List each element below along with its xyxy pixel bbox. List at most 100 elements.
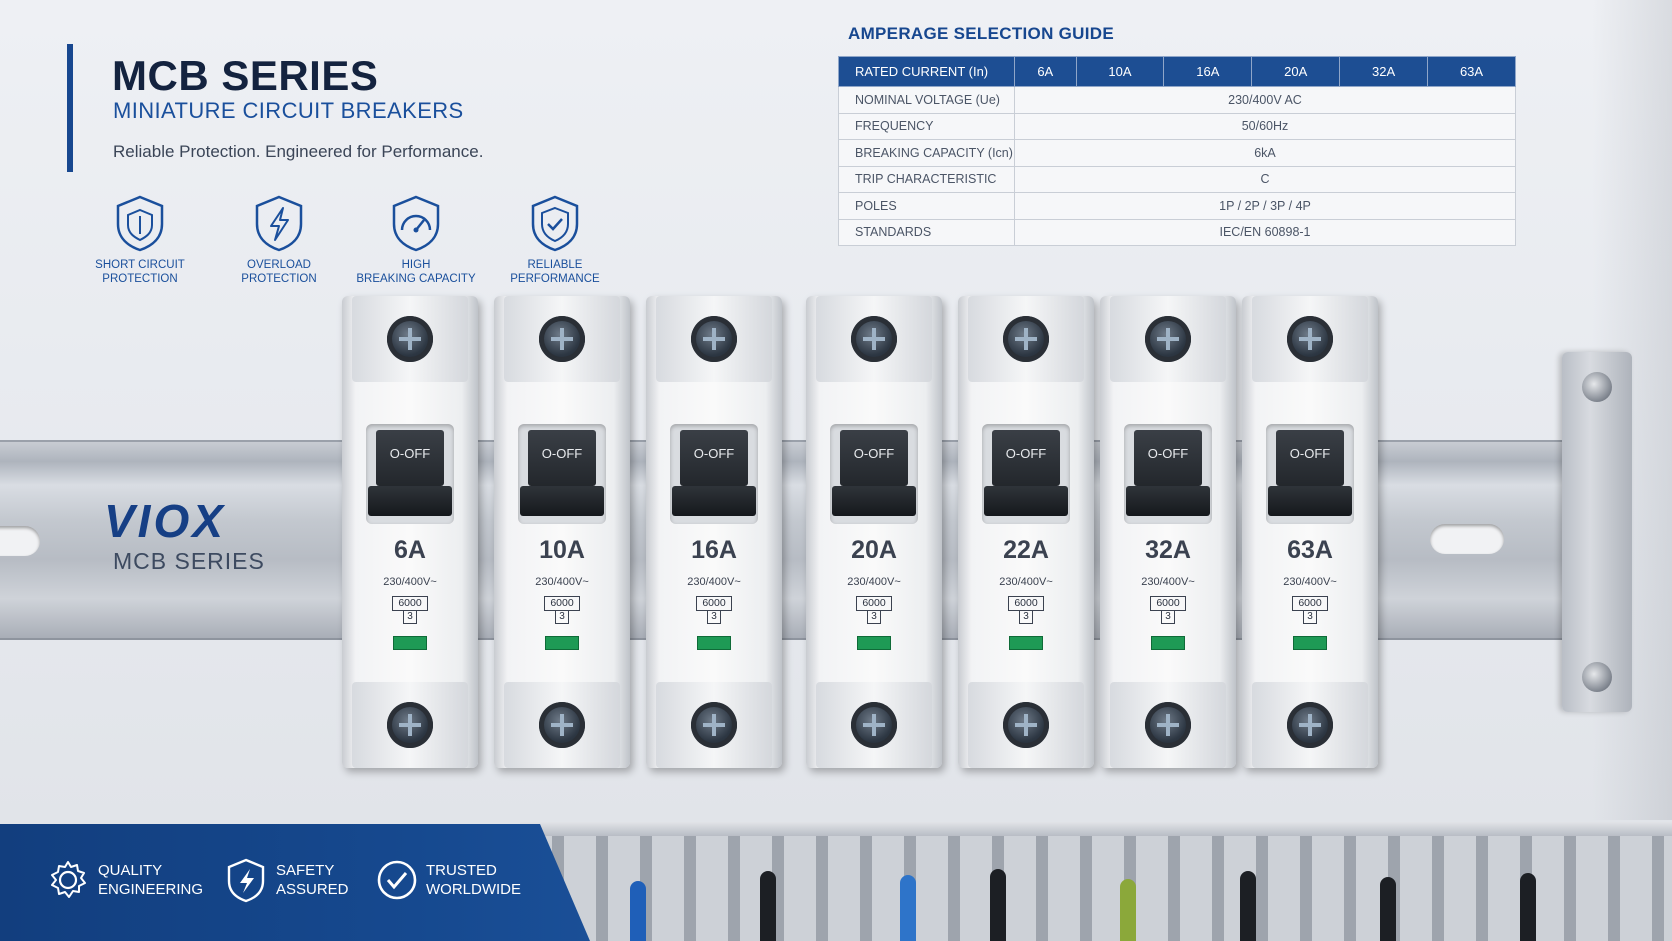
- mcb-breaker: O-OFF 22A 230/400V~ 6000 3: [958, 296, 1094, 768]
- breaker-capacity: 6000: [1150, 596, 1186, 611]
- breaker-toggle[interactable]: O-OFF: [376, 430, 444, 486]
- breaker-toggle[interactable]: O-OFF: [840, 430, 908, 486]
- breaker-rating: 20A: [851, 536, 897, 564]
- breaker-lever[interactable]: [832, 486, 916, 516]
- wire: [1120, 879, 1136, 941]
- breaker-lever[interactable]: [1268, 486, 1352, 516]
- mcb-breaker: O-OFF 32A 230/400V~ 6000 3: [1100, 296, 1236, 768]
- mcb-breaker: O-OFF 16A 230/400V~ 6000 3: [646, 296, 782, 768]
- breaker-lever[interactable]: [368, 486, 452, 516]
- mcb-breaker: O-OFF 10A 230/400V~ 6000 3: [494, 296, 630, 768]
- table-row-value: 1P / 2P / 3P / 4P: [1014, 192, 1516, 220]
- breaker-capacity: 6000: [1292, 596, 1328, 611]
- table-row-label: BREAKING CAPACITY (Icn): [838, 139, 1015, 167]
- table-header-cell: 10A: [1075, 56, 1165, 87]
- wire: [1520, 873, 1536, 941]
- footer-label-line2: WORLDWIDE: [426, 881, 521, 898]
- breaker-voltage: 230/400V~: [1283, 576, 1337, 588]
- table-row: TRIP CHARACTERISTIC C: [838, 165, 1516, 193]
- cable-duct-lid: [520, 822, 1672, 836]
- footer-label-line1: SAFETY: [276, 862, 335, 879]
- table-row: BREAKING CAPACITY (Icn) 6kA: [838, 139, 1516, 167]
- breaker-toggle[interactable]: O-OFF: [528, 430, 596, 486]
- table-header-cell: RATED CURRENT (In): [838, 56, 1015, 87]
- table-row-label: NOMINAL VOLTAGE (Ue): [838, 86, 1015, 114]
- table-row-value: 230/400V AC: [1014, 86, 1516, 114]
- breaker-class: 3: [867, 610, 881, 624]
- screw-icon: [1145, 316, 1191, 362]
- breaker-rating: 10A: [539, 536, 585, 564]
- breaker-voltage: 230/400V~: [1141, 576, 1195, 588]
- breaker-lever[interactable]: [984, 486, 1068, 516]
- feature-label-line2: PERFORMANCE: [510, 273, 600, 285]
- breaker-lever[interactable]: [672, 486, 756, 516]
- footer-label-line1: TRUSTED: [426, 862, 497, 879]
- screw-icon: [691, 316, 737, 362]
- status-indicator: [393, 636, 427, 650]
- table-row-value: 6kA: [1014, 139, 1516, 167]
- screw-icon: [1287, 702, 1333, 748]
- screw-icon: [1287, 316, 1333, 362]
- feature-label-line1: RELIABLE: [527, 259, 583, 271]
- breaker-lever[interactable]: [520, 486, 604, 516]
- breaker-class: 3: [1303, 610, 1317, 624]
- status-indicator: [1151, 636, 1185, 650]
- breaker-toggle[interactable]: O-OFF: [1134, 430, 1202, 486]
- wire: [900, 875, 916, 941]
- page-title: MCB SERIES: [112, 52, 379, 99]
- screw-icon: [539, 316, 585, 362]
- breaker-toggle[interactable]: O-OFF: [1276, 430, 1344, 486]
- mcb-breaker: O-OFF 63A 230/400V~ 6000 3: [1242, 296, 1378, 768]
- feature-label-line2: PROTECTION: [241, 273, 317, 285]
- table-row: NOMINAL VOLTAGE (Ue) 230/400V AC: [838, 86, 1516, 114]
- breaker-capacity: 6000: [392, 596, 428, 611]
- status-indicator: [1293, 636, 1327, 650]
- screw-icon: [1003, 316, 1049, 362]
- wire: [630, 881, 646, 941]
- breaker-lever[interactable]: [1126, 486, 1210, 516]
- page-subtitle: MINIATURE CIRCUIT BREAKERS: [113, 98, 464, 123]
- screw-icon: [539, 702, 585, 748]
- footer-label-line2: ENGINEERING: [98, 881, 204, 898]
- guide-title: AMPERAGE SELECTION GUIDE: [848, 24, 1115, 43]
- rail-slot: [0, 526, 40, 556]
- tagline: Reliable Protection. Engineered for Perf…: [113, 142, 484, 161]
- rail-end-bracket: [1562, 352, 1632, 712]
- bolt-icon: [1582, 662, 1612, 692]
- shield-bolt-icon: [227, 858, 265, 903]
- table-row-value: IEC/EN 60898-1: [1014, 218, 1516, 246]
- feature-label-line2: BREAKING CAPACITY: [356, 273, 476, 285]
- feature-label-line2: PROTECTION: [102, 273, 178, 285]
- feature-short-circuit: SHORT CIRCUIT PROTECTION: [70, 194, 210, 286]
- breaker-toggle[interactable]: O-OFF: [680, 430, 748, 486]
- breaker-rating: 63A: [1287, 536, 1333, 564]
- breaker-rating: 22A: [1003, 536, 1049, 564]
- screw-icon: [851, 702, 897, 748]
- breaker-rating: 6A: [394, 536, 426, 564]
- screw-icon: [691, 702, 737, 748]
- heading-accent-bar: [67, 44, 73, 172]
- table-row-value: 50/60Hz: [1014, 112, 1516, 140]
- footer-label-line2: ASSURED: [276, 881, 349, 898]
- table-row: STANDARDS IEC/EN 60898-1: [838, 218, 1516, 246]
- breaker-class: 3: [403, 610, 417, 624]
- feature-breaking-capacity: HIGH BREAKING CAPACITY: [346, 194, 486, 286]
- brand-logo: VIOX: [104, 495, 226, 547]
- wire: [990, 869, 1006, 941]
- bolt-icon: [1582, 372, 1612, 402]
- breaker-toggle[interactable]: O-OFF: [992, 430, 1060, 486]
- table-header-cell: 20A: [1251, 56, 1341, 87]
- table-row-label: POLES: [838, 192, 1015, 220]
- breaker-class: 3: [1019, 610, 1033, 624]
- footer-label-line1: QUALITY: [98, 862, 163, 879]
- breaker-voltage: 230/400V~: [687, 576, 741, 588]
- breaker-capacity: 6000: [1008, 596, 1044, 611]
- breaker-class: 3: [555, 610, 569, 624]
- table-row: POLES 1P / 2P / 3P / 4P: [838, 192, 1516, 220]
- rail-slot: [1430, 524, 1504, 554]
- shield-icon: [116, 195, 164, 252]
- breaker-class: 3: [1161, 610, 1175, 624]
- lightning-bolt-icon: [255, 195, 303, 252]
- status-indicator: [545, 636, 579, 650]
- table-row: FREQUENCY 50/60Hz: [838, 112, 1516, 140]
